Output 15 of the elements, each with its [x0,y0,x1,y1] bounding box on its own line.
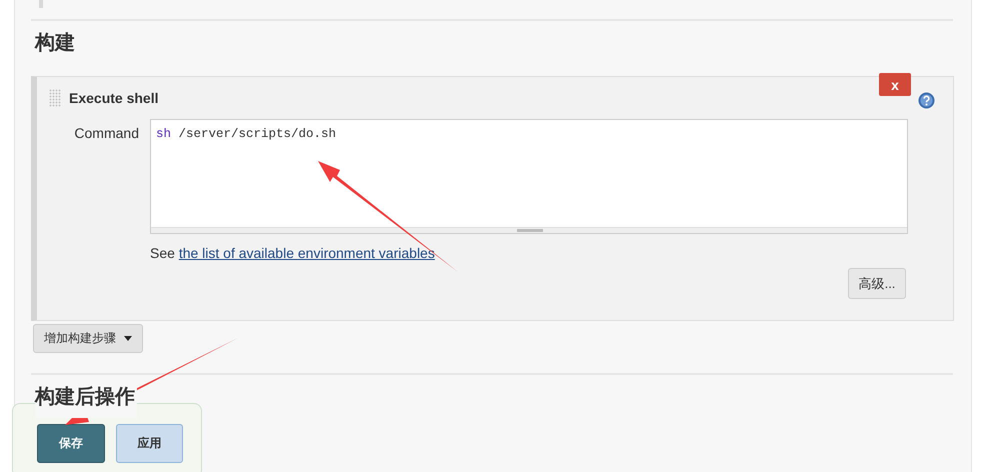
save-button[interactable]: 保存 [37,424,105,463]
environment-variables-link[interactable]: the list of available environment variables [178,245,435,261]
command-label: Command [73,124,139,143]
delete-button[interactable]: x [879,73,911,96]
advanced-button[interactable]: 高级... [848,268,906,299]
apply-button[interactable]: 应用 [116,424,183,463]
help-icon[interactable] [918,92,935,109]
section-heading: 构建 [35,31,76,56]
drag-handle-icon[interactable] [49,89,61,107]
help-text: See the list of available environment variables [150,245,436,261]
step-title: Execute shell [69,90,158,106]
section-heading: 构建后操作 [35,384,137,418]
add-build-step-button[interactable]: 增加构建步骤 [33,324,143,353]
caret-icon [124,336,132,341]
command-field[interactable]: sh /server/scripts/do.sh [150,119,908,234]
